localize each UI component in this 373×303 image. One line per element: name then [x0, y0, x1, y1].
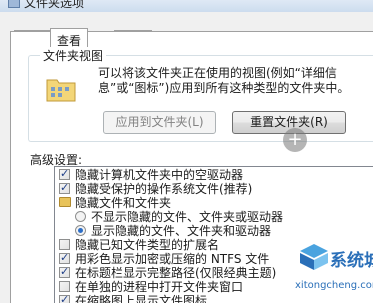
list-item-label: 在单独的进程中打开文件夹窗口	[75, 280, 244, 294]
folder-views-legend: 文件夹视图	[40, 47, 107, 64]
list-item-label: 在标题栏显示完整路径(仅限经典主题)	[75, 266, 277, 280]
checkbox-separate-process[interactable]	[59, 281, 70, 292]
folder-options-icon	[8, 0, 20, 8]
list-item-label: 显示隐藏的文件、文件夹和驱动器	[91, 224, 272, 238]
list-item-label: 隐藏文件和文件夹	[75, 196, 172, 210]
list-item-label: 隐藏已知文件类型的扩展名	[75, 238, 220, 252]
checkbox-hide-protected-os-files[interactable]	[59, 181, 70, 195]
watermark-brand: 系统城	[330, 251, 373, 271]
window-title: 文件夹选项	[24, 0, 85, 10]
radio-dont-show-hidden[interactable]	[75, 211, 86, 222]
checkbox-color-ntfs[interactable]	[59, 251, 70, 265]
list-item-label: 隐藏计算机文件夹中的空驱动器	[75, 168, 244, 182]
folder-icon	[59, 197, 71, 207]
checkbox-hide-extensions[interactable]	[59, 239, 70, 250]
cursor-plus-icon: +	[283, 128, 307, 152]
folder-view-icon	[46, 79, 76, 102]
watermark-logo-icon	[300, 244, 328, 270]
list-item-label: 隐藏受保护的操作系统文件(推荐)	[75, 182, 253, 196]
checkbox-hide-empty-drives[interactable]	[59, 167, 70, 181]
checkbox-full-path-title[interactable]	[59, 265, 70, 279]
watermark-url: xitongcheng.com	[295, 280, 373, 291]
radio-show-hidden[interactable]	[75, 225, 86, 236]
list-item-label: 不显示隐藏的文件、文件夹或驱动器	[91, 210, 284, 224]
checkbox-thumbnail-icons[interactable]	[59, 293, 70, 303]
folder-views-description: 可以将该文件夹正在使用的视图(例如“详细信息”或“图标”)应用到所有这种类型的文…	[98, 66, 350, 95]
list-item-label: 在缩略图上显示文件图标	[75, 294, 208, 303]
title-bar: 文件夹选项	[0, 0, 373, 12]
list-item-label: 用彩色显示加密或压缩的 NTFS 文件	[75, 252, 270, 266]
apply-to-folders-button[interactable]: 应用到文件夹(L)	[103, 111, 216, 134]
